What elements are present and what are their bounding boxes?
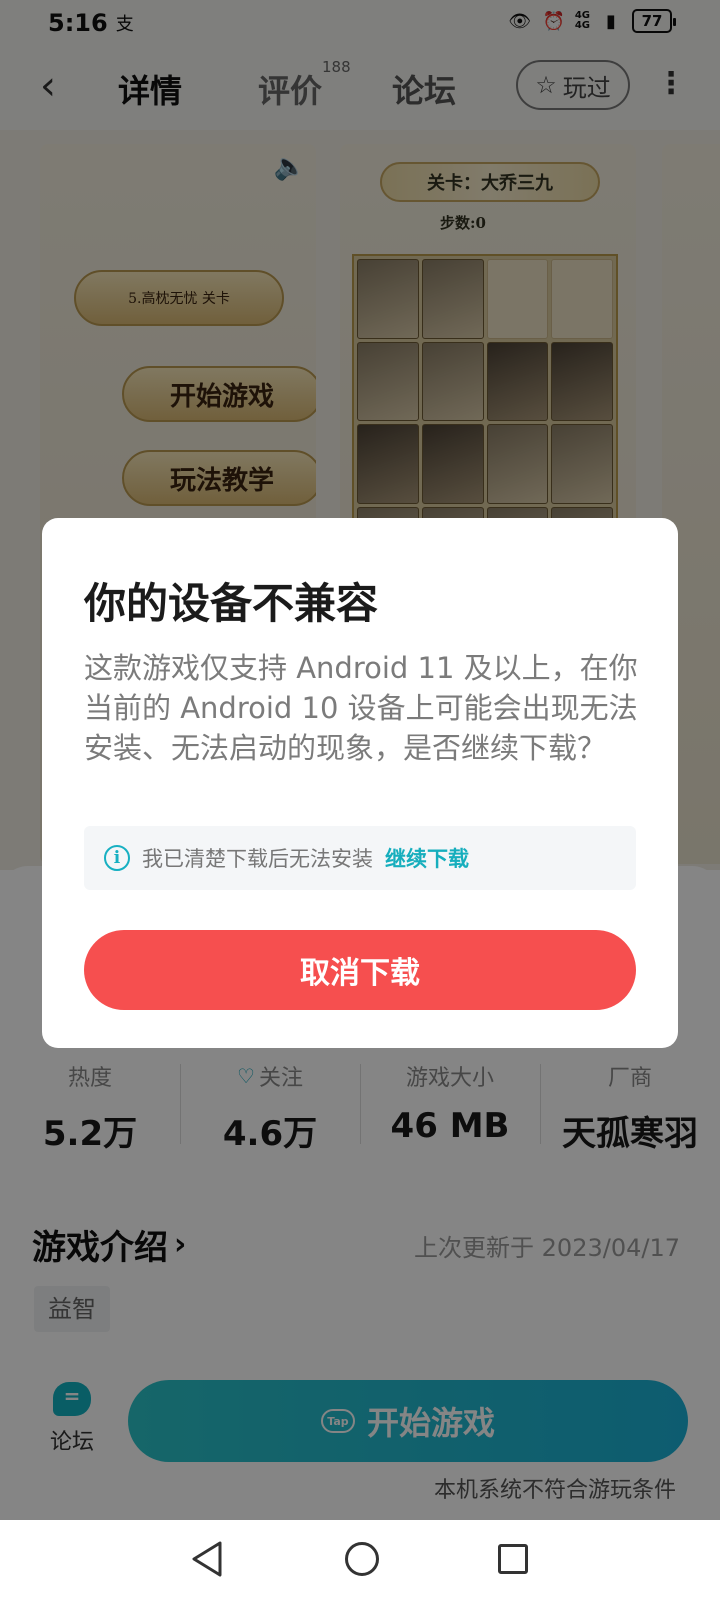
continue-download-link[interactable]: 继续下载 xyxy=(385,843,469,873)
system-navigation-bar xyxy=(0,1520,720,1600)
info-icon: i xyxy=(104,845,130,871)
system-recents-icon[interactable] xyxy=(498,1544,528,1574)
system-home-icon[interactable] xyxy=(345,1542,379,1576)
incompatible-device-dialog: 你的设备不兼容 这款游戏仅支持 Android 11 及以上，在你当前的 And… xyxy=(42,518,678,1048)
system-back-icon[interactable] xyxy=(190,1540,224,1578)
dialog-message: 这款游戏仅支持 Android 11 及以上，在你当前的 Android 10 … xyxy=(84,651,638,765)
dialog-title: 你的设备不兼容 xyxy=(84,579,379,628)
cancel-download-button[interactable]: 取消下载 xyxy=(84,930,636,1010)
continue-download-notice: i 我已清楚下载后无法安装 继续下载 xyxy=(84,826,636,890)
notice-text: 我已清楚下载后无法安装 xyxy=(142,847,373,871)
